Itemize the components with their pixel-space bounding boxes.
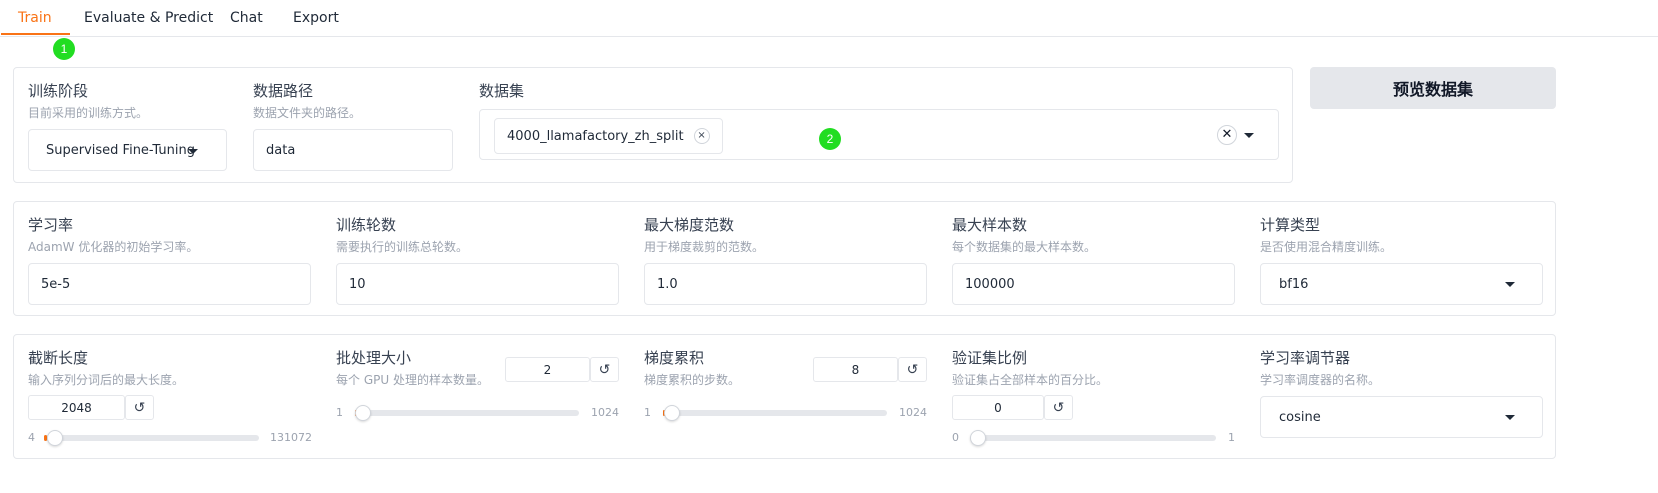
- dataset-dir-value: data: [266, 142, 296, 158]
- max-grad-norm-label: 最大梯度范数: [644, 216, 735, 234]
- max-grad-norm-value: 1.0: [657, 276, 678, 292]
- dataset-panel: 训练阶段 目前采用的训练方式。 Supervised Fine-Tuning 数…: [13, 67, 1293, 183]
- cutoff-len-min: 4: [28, 431, 35, 444]
- max-samples-label: 最大样本数: [952, 216, 1028, 234]
- grad-accum-reset-icon[interactable]: ↺: [898, 357, 927, 382]
- dataset-label: 数据集: [479, 82, 525, 100]
- active-tab-indicator: [1, 33, 70, 35]
- cutoff-len-thumb[interactable]: [47, 430, 64, 446]
- tab-export[interactable]: Export: [293, 10, 339, 26]
- dataset-multiselect[interactable]: 4000_llamafactory_zh_split × ✕: [479, 109, 1279, 160]
- val-size-min: 0: [952, 431, 959, 444]
- batch-size-min: 1: [336, 406, 343, 419]
- grad-accum-label: 梯度累积: [644, 349, 705, 367]
- epochs-input[interactable]: 10: [336, 263, 619, 305]
- marker-2: 2: [819, 128, 841, 150]
- learning-rate-value: 5e-5: [41, 276, 71, 292]
- val-size-max: 1: [1228, 431, 1235, 444]
- lr-scheduler-chevron-down-icon: [1505, 415, 1515, 420]
- compute-type-chevron-down-icon: [1505, 282, 1515, 287]
- max-grad-norm-input[interactable]: 1.0: [644, 263, 927, 305]
- stage-label: 训练阶段: [28, 82, 89, 100]
- lr-scheduler-dropdown[interactable]: cosine: [1260, 396, 1543, 438]
- marker-1: 1: [53, 38, 75, 60]
- max-grad-norm-info: 用于梯度裁剪的范数。: [644, 240, 765, 254]
- compute-type-info: 是否使用混合精度训练。: [1260, 240, 1393, 254]
- clear-icon[interactable]: ✕: [1217, 125, 1237, 145]
- stage-value: Supervised Fine-Tuning: [46, 142, 195, 158]
- lr-scheduler-info: 学习率调度器的名称。: [1260, 373, 1381, 387]
- hyperparams-panel: 学习率 AdamW 优化器的初始学习率。 5e-5 训练轮数 需要执行的训练总轮…: [13, 201, 1556, 316]
- compute-type-label: 计算类型: [1260, 216, 1321, 234]
- tab-train[interactable]: Train: [18, 10, 52, 26]
- grad-accum-thumb[interactable]: [664, 405, 681, 421]
- cutoff-len-max: 131072: [270, 431, 312, 444]
- epochs-label: 训练轮数: [336, 216, 397, 234]
- stage-info: 目前采用的训练方式。: [28, 106, 149, 120]
- val-size-number[interactable]: 0: [952, 395, 1044, 420]
- batch-size-info: 每个 GPU 处理的样本数量。: [336, 373, 489, 387]
- epochs-info: 需要执行的训练总轮数。: [336, 240, 469, 254]
- dataset-dir-info: 数据文件夹的路径。: [253, 106, 362, 120]
- dataset-chip: 4000_llamafactory_zh_split ×: [494, 118, 723, 154]
- max-samples-input[interactable]: 100000: [952, 263, 1235, 305]
- dataset-dir-input[interactable]: data: [253, 129, 453, 171]
- cutoff-len-number[interactable]: 2048: [28, 395, 125, 420]
- grad-accum-max: 1024: [899, 406, 927, 419]
- batch-size-slider[interactable]: [355, 405, 579, 421]
- tab-bar: Train Evaluate & Predict Chat Export: [0, 0, 1658, 37]
- batch-size-reset-icon[interactable]: ↺: [590, 357, 619, 382]
- grad-accum-info: 梯度累积的步数。: [644, 373, 741, 387]
- tab-chat[interactable]: Chat: [230, 10, 263, 26]
- cutoff-len-reset-icon[interactable]: ↺: [125, 395, 154, 420]
- max-samples-info: 每个数据集的最大样本数。: [952, 240, 1097, 254]
- lr-scheduler-value: cosine: [1279, 409, 1321, 425]
- learning-rate-input[interactable]: 5e-5: [28, 263, 311, 305]
- compute-type-value: bf16: [1279, 276, 1309, 292]
- cutoff-len-info: 输入序列分词后的最大长度。: [28, 373, 185, 387]
- grad-accum-number[interactable]: 8: [813, 357, 898, 382]
- training-settings-panel: 截断长度 输入序列分词后的最大长度。 2048 ↺ 4 131072 批处理大小…: [13, 334, 1556, 459]
- dataset-chevron-down-icon: [1244, 133, 1254, 138]
- epochs-value: 10: [349, 276, 366, 292]
- cutoff-len-slider[interactable]: [44, 430, 259, 446]
- val-size-reset-icon[interactable]: ↺: [1044, 395, 1073, 420]
- lr-scheduler-label: 学习率调节器: [1260, 349, 1351, 367]
- batch-size-thumb[interactable]: [355, 405, 372, 421]
- dataset-chip-label: 4000_llamafactory_zh_split: [507, 128, 684, 144]
- compute-type-dropdown[interactable]: bf16: [1260, 263, 1543, 305]
- tab-evaluate-predict[interactable]: Evaluate & Predict: [84, 10, 213, 26]
- val-size-slider[interactable]: [970, 430, 1216, 446]
- batch-size-label: 批处理大小: [336, 349, 412, 367]
- cutoff-len-label: 截断长度: [28, 349, 89, 367]
- val-size-label: 验证集比例: [952, 349, 1028, 367]
- grad-accum-slider[interactable]: [663, 405, 887, 421]
- grad-accum-min: 1: [644, 406, 651, 419]
- val-size-thumb[interactable]: [970, 430, 986, 446]
- batch-size-number[interactable]: 2: [505, 357, 590, 382]
- dataset-dir-label: 数据路径: [253, 82, 314, 100]
- batch-size-max: 1024: [591, 406, 619, 419]
- learning-rate-info: AdamW 优化器的初始学习率。: [28, 240, 199, 254]
- max-samples-value: 100000: [965, 276, 1015, 292]
- stage-chevron-down-icon: [188, 149, 198, 154]
- learning-rate-label: 学习率: [28, 216, 74, 234]
- chip-remove-icon[interactable]: ×: [693, 128, 710, 144]
- val-size-info: 验证集占全部样本的百分比。: [952, 373, 1109, 387]
- preview-dataset-button[interactable]: 预览数据集: [1310, 67, 1556, 109]
